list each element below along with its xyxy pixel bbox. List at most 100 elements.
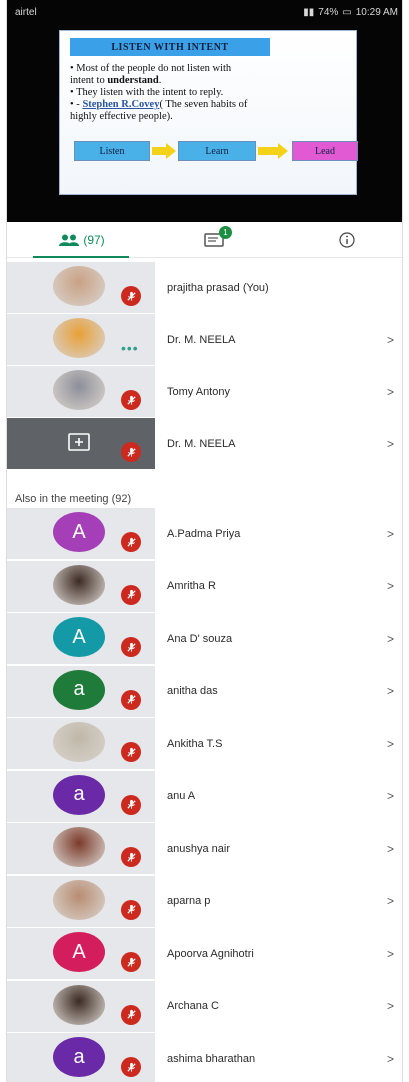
slide-text: ( The seven habits of: [159, 99, 248, 110]
slide-text: • -: [70, 99, 83, 110]
avatar-initial: a: [53, 1037, 105, 1077]
people-icon: [59, 234, 80, 246]
avatar-initial: A: [53, 617, 105, 657]
chevron-right-icon[interactable]: >: [387, 823, 394, 874]
participant-row[interactable]: Ankitha T.S >: [7, 718, 402, 769]
mic-muted-icon: [121, 390, 141, 410]
mic-muted-icon: [121, 637, 141, 657]
mic-muted-icon: [121, 899, 141, 920]
presenting-icon: [53, 422, 105, 462]
avatar-photo: [53, 318, 105, 358]
clock: 10:29 AM: [355, 6, 398, 18]
chevron-right-icon[interactable]: >: [387, 771, 394, 822]
people-count: (97): [83, 233, 105, 247]
mic-muted-icon: [121, 794, 141, 815]
avatar-photo: [53, 879, 105, 920]
chevron-right-icon[interactable]: >: [387, 613, 394, 664]
mic-muted-icon: [121, 689, 141, 710]
flow-arrow-head-1: [166, 143, 176, 159]
mic-muted-icon: [121, 442, 141, 462]
participant-row[interactable]: Tomy Antony >: [7, 366, 402, 417]
flow-arrow-1: [152, 147, 166, 155]
flow-arrow-head-2: [278, 143, 288, 159]
slide-text: .: [158, 75, 162, 86]
chat-unread-badge: 1: [219, 226, 232, 239]
mic-muted-icon: [121, 952, 141, 972]
participant-row[interactable]: Amritha R >: [7, 560, 402, 612]
signal-icon: ▮▮: [303, 6, 315, 18]
status-right: ▮▮ 74% ▭ 10:29 AM: [303, 7, 398, 18]
participant-row[interactable]: Dr. M. NEELA >: [7, 418, 402, 469]
avatar-photo: [53, 266, 105, 306]
tab-info[interactable]: [327, 222, 367, 258]
chevron-right-icon[interactable]: >: [387, 876, 394, 927]
tab-bar: (97) 1: [7, 222, 402, 258]
participant-name: anu A: [167, 790, 196, 802]
avatar-photo: [53, 984, 105, 1025]
mic-muted-icon: [121, 286, 141, 306]
participant-name: Amritha R: [167, 580, 216, 592]
slide-bold-word: understand: [107, 75, 159, 86]
slide-text: intent to: [70, 75, 108, 86]
chevron-right-icon[interactable]: >: [387, 928, 394, 979]
participant-row[interactable]: prajitha prasad (You): [7, 262, 402, 313]
avatar-photo: [53, 827, 105, 867]
chevron-right-icon[interactable]: >: [387, 366, 394, 417]
participant-row[interactable]: a anitha das >: [7, 665, 402, 717]
avatar-photo: [53, 722, 105, 762]
app-frame: airtel ▮▮ 74% ▭ 10:29 AM LISTEN WITH INT…: [6, 0, 403, 1082]
chevron-right-icon[interactable]: >: [387, 561, 394, 612]
slide-box-learn: Learn: [178, 141, 256, 161]
chevron-right-icon[interactable]: >: [387, 508, 394, 559]
mic-muted-icon: [121, 1004, 141, 1025]
participant-name: Ana D' souza: [167, 632, 233, 645]
chevron-right-icon[interactable]: >: [387, 1033, 394, 1082]
avatar-initial: A: [53, 512, 105, 552]
shared-screen: airtel ▮▮ 74% ▭ 10:29 AM LISTEN WITH INT…: [7, 0, 402, 222]
slide-bullet-3: • - Stephen R.Covey( The seven habits of: [70, 99, 350, 111]
participant-row[interactable]: Archana C >: [7, 980, 402, 1032]
flow-arrow-2: [258, 147, 278, 155]
speaking-indicator: •••: [121, 340, 139, 356]
participant-row[interactable]: a ashima bharathan >: [7, 1033, 402, 1082]
slide-flow: Listen Learn Lead: [74, 141, 358, 163]
participant-name: Dr. M. NEELA: [167, 333, 236, 346]
slide-bullet-2: • They listen with the intent to reply.: [70, 87, 224, 98]
mic-muted-icon: [121, 742, 141, 762]
chevron-right-icon[interactable]: >: [387, 666, 394, 717]
slide-bullet-1: • Most of the people do not listen with: [70, 63, 232, 74]
presentation-slide: LISTEN WITH INTENT • Most of the people …: [59, 30, 358, 195]
participant-row[interactable]: A Ana D' souza >: [7, 613, 402, 664]
participant-row[interactable]: aparna p >: [7, 875, 402, 927]
participant-row[interactable]: a anu A >: [7, 770, 402, 822]
participant-row[interactable]: anushya nair >: [7, 823, 402, 874]
mic-muted-icon: [121, 847, 141, 867]
chevron-right-icon[interactable]: >: [387, 418, 394, 469]
participant-name: anushya nair: [167, 842, 230, 855]
slide-body: • Most of the people do not listen with …: [70, 63, 350, 123]
avatar-photo: [53, 564, 105, 605]
avatar-initial: a: [53, 669, 105, 710]
chevron-right-icon[interactable]: >: [387, 981, 394, 1032]
participant-row[interactable]: ••• Dr. M. NEELA >: [7, 314, 402, 365]
chevron-right-icon[interactable]: >: [387, 718, 394, 769]
participant-name: Archana C: [167, 1000, 219, 1012]
slide-bullet-3-cont: highly effective people).: [70, 111, 173, 122]
participant-name: prajitha prasad (You): [167, 281, 269, 294]
tab-chat[interactable]: 1: [185, 222, 245, 258]
participant-name: aparna p: [167, 895, 211, 907]
chevron-right-icon[interactable]: >: [387, 314, 394, 365]
tab-active-indicator: [33, 256, 129, 258]
participant-row[interactable]: A Apoorva Agnihotri >: [7, 928, 402, 979]
slide-box-lead: Lead: [292, 141, 358, 161]
tab-people[interactable]: (97): [27, 222, 137, 258]
avatar-photo: [53, 370, 105, 410]
info-icon: [339, 232, 355, 248]
participant-name: anitha das: [167, 685, 218, 697]
slide-bullet-1-cont: intent to understand.: [70, 75, 350, 87]
battery-percent: 74%: [318, 6, 339, 18]
slide-title: LISTEN WITH INTENT: [70, 38, 270, 56]
participant-row[interactable]: A A.Padma Priya >: [7, 508, 402, 559]
participant-name: Apoorva Agnihotri: [167, 947, 254, 960]
mic-muted-icon: [121, 1057, 141, 1077]
